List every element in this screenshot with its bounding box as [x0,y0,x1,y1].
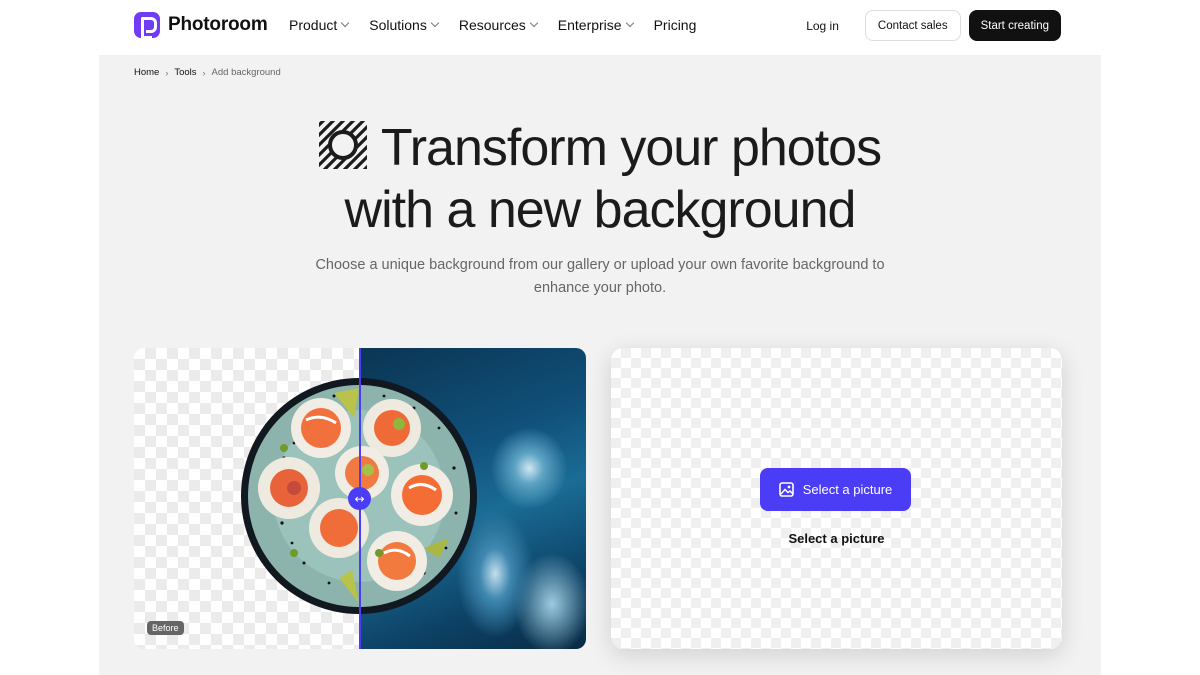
nav-item-enterprise[interactable]: Enterprise [557,17,634,33]
chevron-down-icon [430,18,440,28]
breadcrumb: Home › Tools › Add background [134,67,281,78]
title-line-1: Transform your photos [380,119,882,177]
nav-item-label: Product [289,17,338,33]
subtitle-line-2: enhance your photo. [533,280,667,296]
nav-item-pricing[interactable]: Pricing [654,17,697,33]
nav-item-label: Enterprise [557,17,622,33]
breadcrumb-tools[interactable]: Tools [174,67,196,78]
page-subtitle: Choose a unique background from our gall… [99,254,1101,300]
main-menu: Product Solutions Resources Enterprise P… [289,17,696,33]
image-icon [778,482,794,497]
subtitle-line-1: Choose a unique background from our gall… [315,257,885,273]
hatched-sun-icon [318,121,367,169]
chevron-down-icon [341,18,350,28]
nav-item-label: Pricing [653,17,697,33]
nav-item-solutions[interactable]: Solutions [369,17,440,33]
nav-actions: Log in Contact sales Start creating [788,10,1061,41]
upload-card[interactable]: Select a picture Select a picture [611,348,1062,649]
swap-arrows-icon[interactable]: ↔ [348,487,371,510]
logo-text: Photoroom [168,14,268,35]
contact-sales-button[interactable]: Contact sales [864,10,961,41]
select-picture-button[interactable]: Select a picture [760,468,911,511]
before-badge: Before [147,621,184,635]
select-picture-caption: Select a picture [788,531,885,546]
main-section: Home › Tools › Add background Transform … [99,55,1101,675]
logo[interactable]: Photoroom [134,12,268,39]
nav-item-product[interactable]: Product [289,17,350,33]
chevron-right-icon: › [165,67,169,78]
nav-item-label: Resources [458,17,526,33]
select-picture-button-label: Select a picture [802,482,893,497]
page-title: Transform your photos with a new backgro… [99,117,1101,241]
breadcrumb-current: Add background [211,67,281,78]
top-nav: Photoroom Product Solutions Resources En… [0,0,1200,52]
chevron-down-icon [625,18,634,28]
before-after-preview: ↔ Before [134,348,586,649]
breadcrumb-home[interactable]: Home [134,67,159,78]
login-link[interactable]: Log in [788,19,857,33]
nav-item-resources[interactable]: Resources [458,17,539,33]
chevron-down-icon [529,18,539,28]
title-line-2: with a new background [344,181,857,239]
start-creating-button[interactable]: Start creating [968,10,1061,41]
photoroom-logo-icon [134,12,160,39]
chevron-right-icon: › [202,67,206,78]
nav-item-label: Solutions [369,17,427,33]
